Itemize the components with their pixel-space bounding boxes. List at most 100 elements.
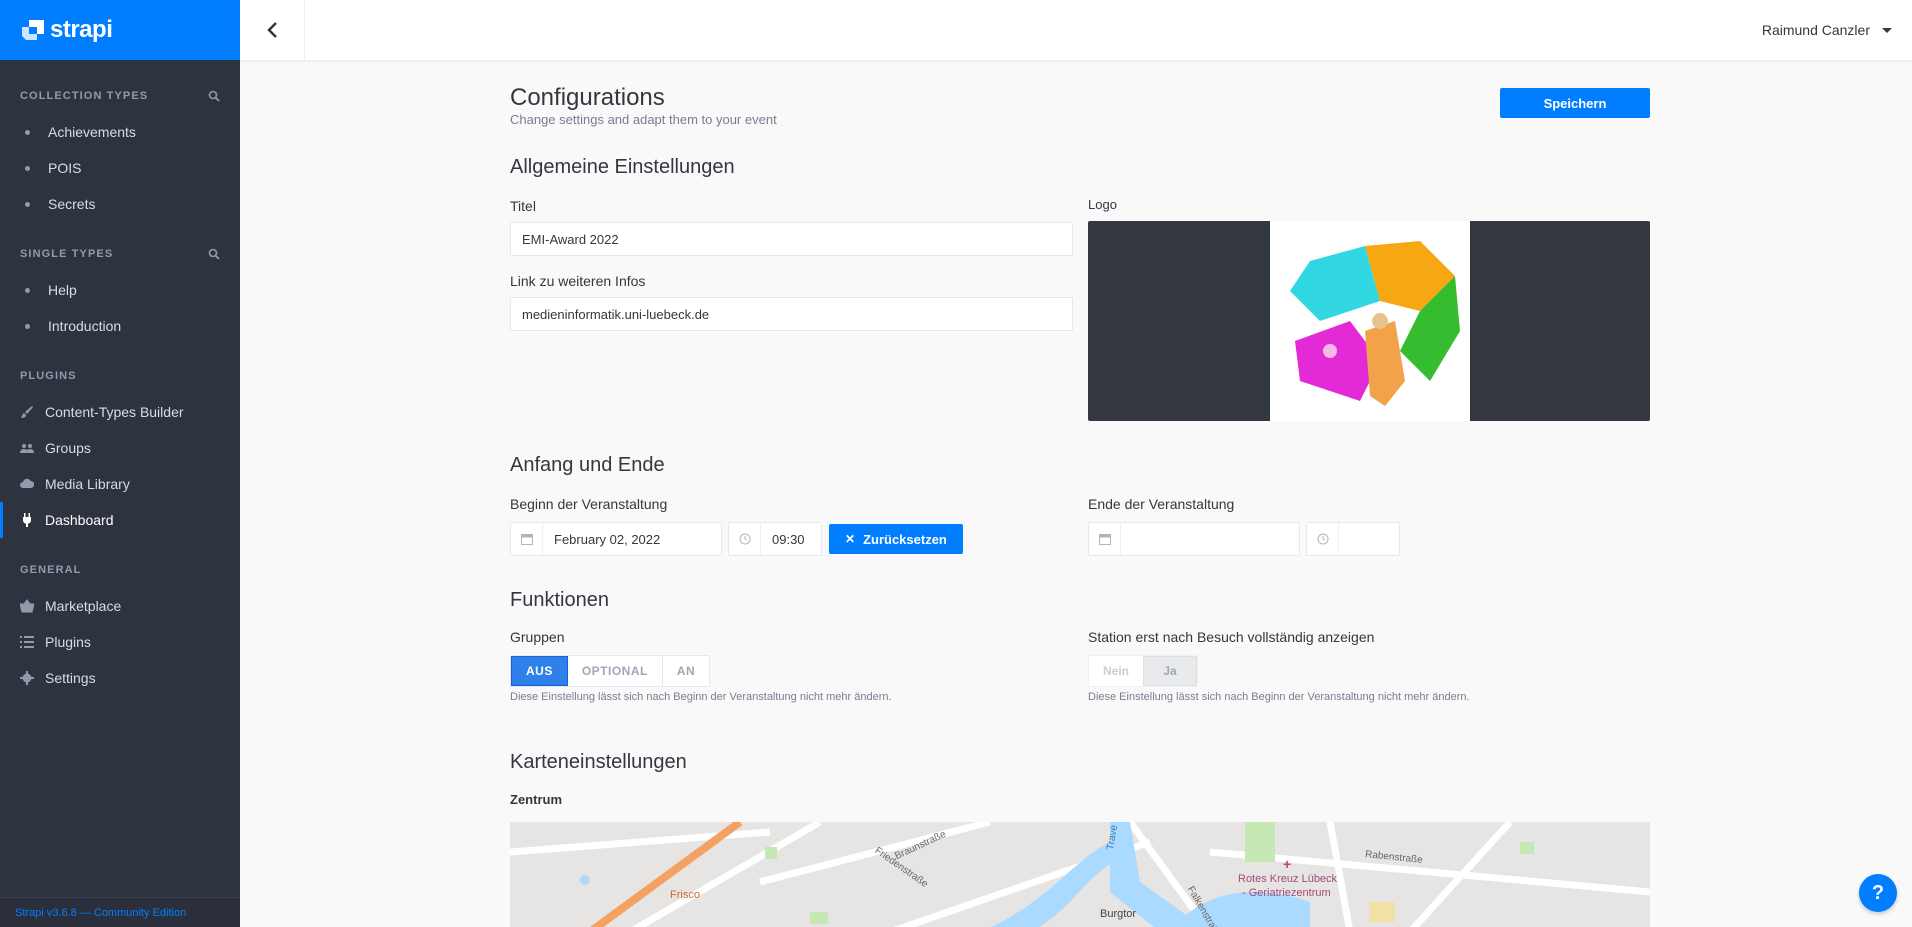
calendar-icon xyxy=(511,523,543,555)
map-view[interactable]: Braunstraße Friedenstraße Frisco Burgtor… xyxy=(510,822,1650,927)
clock-icon xyxy=(729,523,761,555)
sidebar-item-help[interactable]: Help xyxy=(0,272,240,308)
functions-heading: Funktionen xyxy=(510,589,609,611)
sidebar-item-label: Groups xyxy=(45,440,91,456)
reset-button[interactable]: ✕ Zurücksetzen xyxy=(829,524,963,554)
sidebar-item-label: Introduction xyxy=(48,318,122,334)
sidebar-item-label: Marketplace xyxy=(45,598,122,614)
logo-upload[interactable] xyxy=(1088,221,1650,421)
page-title: Configurations xyxy=(510,84,665,111)
sidebar-item-label: Achievements xyxy=(48,124,136,140)
cloud-icon xyxy=(20,478,34,488)
sidebar-item-secrets[interactable]: Secrets xyxy=(0,186,240,222)
sidebar-item-groups[interactable]: Groups xyxy=(0,430,240,466)
groups-option-aus[interactable]: AUS xyxy=(511,656,568,686)
title-label: Titel xyxy=(510,198,536,214)
sidebar-item-label: Settings xyxy=(45,670,96,686)
bullet-icon xyxy=(25,165,30,171)
search-icon[interactable] xyxy=(208,90,220,102)
calendar-icon xyxy=(1089,523,1121,555)
groups-label: Gruppen xyxy=(510,629,565,645)
sidebar-item-label: Content-Types Builder xyxy=(45,404,184,420)
save-button[interactable]: Speichern xyxy=(1500,88,1650,118)
strapi-logo[interactable]: strapi xyxy=(0,0,240,60)
station-option-nein[interactable]: Nein xyxy=(1089,656,1143,686)
user-menu[interactable]: Raimund Canzler xyxy=(1762,0,1892,60)
map-canvas xyxy=(510,822,1650,927)
sidebar-item-media-library[interactable]: Media Library xyxy=(0,466,240,502)
schedule-heading: Anfang und Ende xyxy=(510,454,665,476)
brand-name: strapi xyxy=(50,16,113,43)
search-icon[interactable] xyxy=(208,248,220,260)
reset-label: Zurücksetzen xyxy=(863,531,947,547)
bullet-icon xyxy=(25,287,30,293)
start-time-value: 09:30 xyxy=(772,531,805,547)
sidebar-item-label: Media Library xyxy=(45,476,130,492)
collection-types-title: Collection Types xyxy=(0,84,240,108)
sidebar-item-label: Dashboard xyxy=(45,512,114,528)
single-types-title: Single Types xyxy=(0,242,240,266)
sidebar-item-label: Plugins xyxy=(45,634,91,650)
station-hint: Diese Einstellung lässt sich nach Beginn… xyxy=(1088,691,1470,703)
sidebar-item-label: POIS xyxy=(48,160,82,176)
bullet-icon xyxy=(25,129,30,135)
hospital-marker-icon: + xyxy=(1283,856,1292,872)
map-label-burgtor: Burgtor xyxy=(1100,908,1137,920)
logo-image xyxy=(1270,221,1470,421)
link-input[interactable]: medieninformatik.uni-luebeck.de xyxy=(510,297,1073,331)
link-input-value: medieninformatik.uni-luebeck.de xyxy=(522,306,710,322)
start-label: Beginn der Veranstaltung xyxy=(510,496,668,512)
groups-option-an[interactable]: AN xyxy=(663,656,709,686)
groups-hint: Diese Einstellung lässt sich nach Beginn… xyxy=(510,691,892,703)
help-button[interactable]: ? xyxy=(1859,874,1897,912)
sidebar-item-content-types-builder[interactable]: Content-Types Builder xyxy=(0,394,240,430)
plugins-title: Plugins xyxy=(20,370,77,382)
sidebar-item-label: Help xyxy=(48,282,77,298)
brush-icon xyxy=(21,406,33,418)
plug-icon xyxy=(23,513,31,527)
groups-toggle: AUS OPTIONAL AN xyxy=(510,655,711,687)
sidebar-item-introduction[interactable]: Introduction xyxy=(0,308,240,344)
end-label: Ende der Veranstaltung xyxy=(1088,496,1235,512)
bullet-icon xyxy=(25,201,30,207)
sidebar-item-plugins[interactable]: Plugins xyxy=(0,624,240,660)
close-icon: ✕ xyxy=(845,532,856,546)
center-label: Zentrum xyxy=(510,792,562,807)
caret-down-icon xyxy=(1882,27,1892,33)
sidebar-item-marketplace[interactable]: Marketplace xyxy=(0,588,240,624)
sidebar-item-settings[interactable]: Settings xyxy=(0,660,240,696)
sidebar-item-achievements[interactable]: Achievements xyxy=(0,114,240,150)
groups-option-optional[interactable]: OPTIONAL xyxy=(568,656,663,686)
sidebar-item-dashboard[interactable]: Dashboard xyxy=(0,502,240,538)
map-label-rotes-kreuz: Rotes Kreuz Lübeck xyxy=(1238,873,1338,885)
sidebar-item-label: Secrets xyxy=(48,196,96,212)
user-name: Raimund Canzler xyxy=(1761,22,1870,38)
title-input[interactable]: EMI-Award 2022 xyxy=(510,222,1073,256)
station-label: Station erst nach Besuch vollständig anz… xyxy=(1088,629,1375,645)
station-toggle: Nein Ja xyxy=(1088,655,1198,687)
start-date-value: February 02, 2022 xyxy=(554,531,661,547)
title-input-value: EMI-Award 2022 xyxy=(522,231,619,247)
logo-artwork-icon xyxy=(1290,241,1460,406)
clock-icon xyxy=(1307,523,1339,555)
users-icon xyxy=(20,444,34,453)
link-label: Link zu weiteren Infos xyxy=(510,273,646,289)
list-icon xyxy=(20,636,34,648)
page-subtitle: Change settings and adapt them to your e… xyxy=(510,112,777,127)
logo-label: Logo xyxy=(1088,197,1117,212)
general-settings-heading: Allgemeine Einstellungen xyxy=(510,156,735,178)
gear-icon xyxy=(20,671,34,685)
end-time-input[interactable] xyxy=(1306,522,1400,556)
start-time-input[interactable]: 09:30 xyxy=(728,522,822,556)
back-button[interactable] xyxy=(240,0,305,60)
strapi-logo-icon xyxy=(22,20,44,40)
sidebar: strapi Collection Types Achievements POI… xyxy=(0,0,240,927)
map-label-frisco: Frisco xyxy=(670,889,700,901)
station-option-ja[interactable]: Ja xyxy=(1143,656,1197,686)
end-date-input[interactable] xyxy=(1088,522,1300,556)
map-settings-heading: Karteneinstellungen xyxy=(510,751,687,773)
version-footer[interactable]: Strapi v3.6.8 — Community Edition xyxy=(0,897,240,927)
start-date-input[interactable]: February 02, 2022 xyxy=(510,522,722,556)
bullet-icon xyxy=(25,323,30,329)
sidebar-item-pois[interactable]: POIS xyxy=(0,150,240,186)
